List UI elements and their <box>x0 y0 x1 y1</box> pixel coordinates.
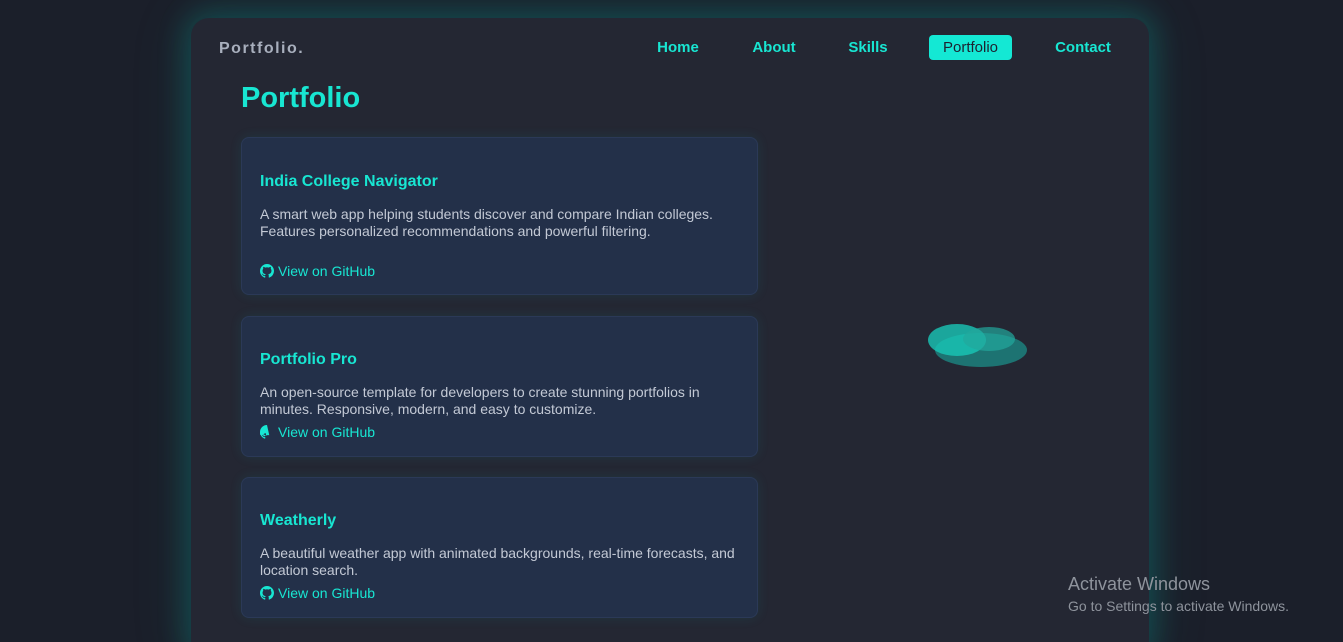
github-icon <box>260 425 270 439</box>
github-icon <box>260 586 274 600</box>
page-title: Portfolio <box>241 82 361 114</box>
github-link[interactable]: View on GitHub <box>260 424 375 440</box>
activate-windows-watermark: Activate Windows Go to Settings to activ… <box>1068 573 1289 616</box>
brand-logo[interactable]: Portfolio. <box>219 40 304 58</box>
github-link-label: View on GitHub <box>278 263 376 279</box>
nav-item-about[interactable]: About <box>744 35 804 60</box>
project-title: Portfolio Pro <box>260 351 357 368</box>
project-card: Portfolio Pro An open-source template fo… <box>241 316 758 457</box>
project-card: Weatherly A beautiful weather app with a… <box>241 477 758 618</box>
project-description: A smart web app helping students discove… <box>260 206 713 239</box>
project-description: An open-source template for developers t… <box>260 384 700 417</box>
github-link[interactable]: View on GitHub <box>260 585 375 601</box>
project-description: A beautiful weather app with animated ba… <box>260 545 735 578</box>
github-link-label: View on GitHub <box>278 424 376 440</box>
nav-item-portfolio[interactable]: Portfolio <box>929 35 1012 60</box>
decorative-blob <box>928 324 1027 367</box>
github-icon <box>260 264 274 278</box>
project-card: India College Navigator A smart web app … <box>241 137 758 295</box>
watermark-title: Activate Windows <box>1068 574 1211 594</box>
github-link-label: View on GitHub <box>278 585 376 601</box>
page: Portfolio. Home About Skills Portfolio C… <box>0 0 1343 642</box>
github-link[interactable]: View on GitHub <box>260 263 375 279</box>
nav-item-skills[interactable]: Skills <box>840 35 896 60</box>
project-title: India College Navigator <box>260 173 438 190</box>
watermark-subtitle: Go to Settings to activate Windows. <box>1068 598 1289 614</box>
project-title: Weatherly <box>260 512 337 529</box>
nav-item-contact[interactable]: Contact <box>1047 35 1119 60</box>
nav-item-home[interactable]: Home <box>648 35 708 60</box>
